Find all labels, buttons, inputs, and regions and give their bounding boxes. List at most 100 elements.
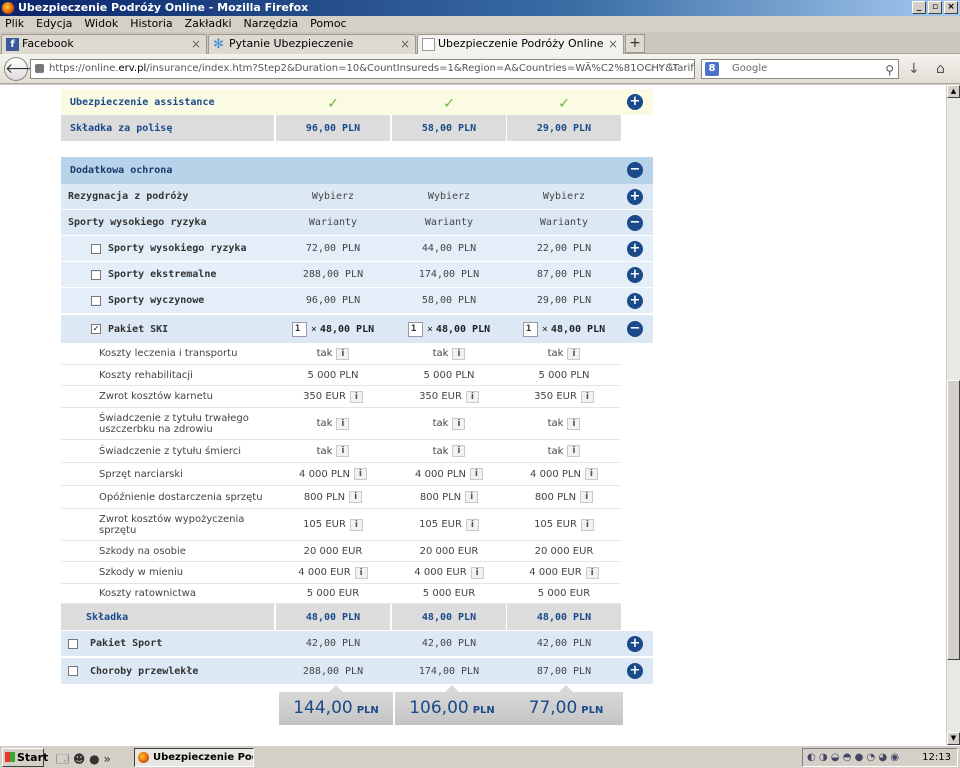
sport-option-checkbox[interactable] — [91, 243, 101, 254]
scroll-up-arrow-icon[interactable]: ▲ — [947, 85, 960, 98]
ski-detail-value-3: tak i — [507, 440, 621, 462]
tab-pytanie[interactable]: ✻ Pytanie Ubezpieczenie × — [208, 34, 416, 54]
info-icon[interactable]: i — [584, 468, 598, 480]
info-icon[interactable]: i — [336, 417, 350, 430]
close-icon[interactable]: × — [191, 35, 201, 53]
collapse-minus-icon[interactable]: − — [627, 162, 643, 178]
chronic-diseases-checkbox[interactable] — [68, 666, 78, 676]
sport-option-checkbox[interactable] — [91, 269, 101, 280]
tab-label: Pytanie Ubezpieczenie — [229, 37, 354, 50]
chronic-diseases-row: Choroby przewlekłe 288,00 PLN 174,00 PLN… — [61, 658, 653, 684]
total-price-2[interactable]: 106,00 PLN — [395, 685, 509, 725]
expand-plus-icon[interactable]: + — [627, 241, 643, 257]
info-icon[interactable]: i — [465, 491, 479, 503]
sport-option-price-2: 58,00 PLN — [421, 295, 477, 306]
menu-bookmarks[interactable]: Zakładki — [185, 16, 232, 32]
expand-plus-icon[interactable]: + — [627, 94, 643, 110]
ski-package-label: Pakiet SKI — [108, 323, 169, 335]
expand-plus-icon[interactable]: + — [627, 189, 643, 205]
back-button[interactable]: 🡐 — [4, 57, 43, 81]
expand-plus-icon[interactable]: + — [627, 663, 643, 679]
url-input[interactable]: https://online.erv.pl/insurance/index.ht… — [30, 59, 695, 79]
info-icon[interactable]: i — [585, 566, 599, 579]
maximize-button[interactable]: ▫ — [928, 1, 942, 14]
ski-detail-value-2: tak i — [392, 440, 506, 462]
info-icon[interactable]: i — [452, 445, 466, 457]
ski-qty-input[interactable]: 1 — [291, 321, 307, 337]
variants-2[interactable]: Warianty — [392, 210, 506, 235]
download-icon[interactable]: ↓ — [908, 61, 920, 77]
close-icon[interactable]: × — [400, 35, 410, 53]
chronic-diseases-price-3: 87,00 PLN — [536, 665, 592, 677]
taskbar: Start 🗔 ☻ ● » Ubezpieczenie Podr... ◐ ◑ … — [0, 745, 960, 768]
total-price-3[interactable]: 77,00 PLN — [509, 685, 623, 725]
total-price-1[interactable]: 144,00 PLN — [279, 685, 393, 725]
assistance-check-3: ✓ — [559, 92, 569, 112]
collapse-minus-icon[interactable]: − — [627, 321, 643, 337]
ski-package-checkbox[interactable]: ✓ — [91, 324, 101, 334]
info-icon[interactable]: i — [580, 518, 594, 531]
minimize-button[interactable]: _ — [912, 1, 926, 14]
home-icon[interactable]: ⌂ — [936, 61, 945, 77]
expand-plus-icon[interactable]: + — [627, 636, 643, 652]
close-icon[interactable]: × — [608, 35, 618, 53]
info-icon[interactable]: i — [349, 390, 363, 403]
cancellation-choose-1[interactable]: Wybierz — [276, 184, 390, 209]
start-button[interactable]: Start — [2, 748, 48, 767]
ski-detail-value-3: 105 EUR i — [507, 509, 621, 540]
menu-tools[interactable]: Narzędzia — [244, 16, 299, 32]
menu-file[interactable]: Plik — [5, 16, 24, 32]
variants-3[interactable]: Warianty — [507, 210, 621, 235]
assistance-label: Ubezpieczenie assistance — [70, 96, 215, 108]
close-button[interactable]: × — [944, 1, 958, 14]
scroll-thumb[interactable] — [947, 380, 960, 660]
cancellation-choose-3[interactable]: Wybierz — [507, 184, 621, 209]
ski-detail-value-3: tak i — [507, 408, 621, 439]
info-icon[interactable]: i — [567, 417, 581, 430]
search-icon[interactable]: ⚲ — [885, 61, 894, 79]
info-icon[interactable]: i — [452, 417, 466, 430]
info-icon[interactable]: i — [567, 347, 581, 360]
info-icon[interactable]: i — [349, 518, 363, 531]
premium-value-3: 29,00 PLN — [536, 122, 592, 134]
info-icon[interactable]: i — [470, 566, 484, 579]
info-icon[interactable]: i — [349, 491, 363, 503]
taskbar-firefox-window[interactable]: Ubezpieczenie Podr... — [134, 748, 254, 767]
info-icon[interactable]: i — [469, 468, 483, 480]
search-input[interactable]: 8 Google ⚲ — [701, 59, 899, 79]
expand-plus-icon[interactable]: + — [627, 293, 643, 309]
sport-package-checkbox[interactable] — [68, 638, 78, 649]
vertical-scrollbar[interactable]: ▲ ▼ — [946, 85, 960, 745]
expand-plus-icon[interactable]: + — [627, 267, 643, 283]
tray-icons[interactable]: ◐ ◑ ◒ ◓ ● ◔ ◕ ◉ — [807, 749, 899, 766]
bookmark-star-icon[interactable]: ☆ ▿ ↻ — [645, 61, 677, 74]
variants-1[interactable]: Warianty — [276, 210, 390, 235]
menu-history[interactable]: Historia — [130, 16, 172, 32]
cancellation-choose-2[interactable]: Wybierz — [392, 184, 506, 209]
info-icon[interactable]: i — [580, 491, 594, 503]
info-icon[interactable]: i — [580, 390, 594, 403]
ski-qty-input[interactable]: 1 — [522, 321, 538, 337]
menu-edit[interactable]: Edycja — [36, 16, 72, 32]
collapse-minus-icon[interactable]: − — [627, 215, 643, 231]
menu-help[interactable]: Pomoc — [310, 16, 346, 32]
url-prefix: https://online. — [49, 63, 119, 74]
info-icon[interactable]: i — [353, 468, 367, 480]
info-icon[interactable]: i — [336, 445, 350, 457]
new-tab-button[interactable]: + — [625, 34, 645, 53]
info-icon[interactable]: i — [336, 347, 350, 360]
sport-option-checkbox[interactable] — [91, 295, 101, 306]
tab-ubezpieczenie[interactable]: Ubezpieczenie Podróży Online × — [417, 34, 624, 55]
menu-view[interactable]: Widok — [84, 16, 118, 32]
info-icon[interactable]: i — [465, 518, 479, 531]
tab-facebook[interactable]: f Facebook × — [1, 34, 207, 54]
ski-qty-input[interactable]: 1 — [407, 321, 423, 337]
quick-launch[interactable]: 🗔 ☻ ● » — [56, 750, 111, 768]
info-icon[interactable]: i — [452, 347, 466, 360]
extra-protection-title: Dodatkowa ochrona — [70, 165, 173, 176]
info-icon[interactable]: i — [567, 445, 581, 457]
info-icon[interactable]: i — [465, 390, 479, 403]
ski-detail-value-2: 4 000 PLN i — [392, 463, 506, 485]
scroll-down-arrow-icon[interactable]: ▼ — [947, 732, 960, 745]
info-icon[interactable]: i — [354, 566, 368, 579]
